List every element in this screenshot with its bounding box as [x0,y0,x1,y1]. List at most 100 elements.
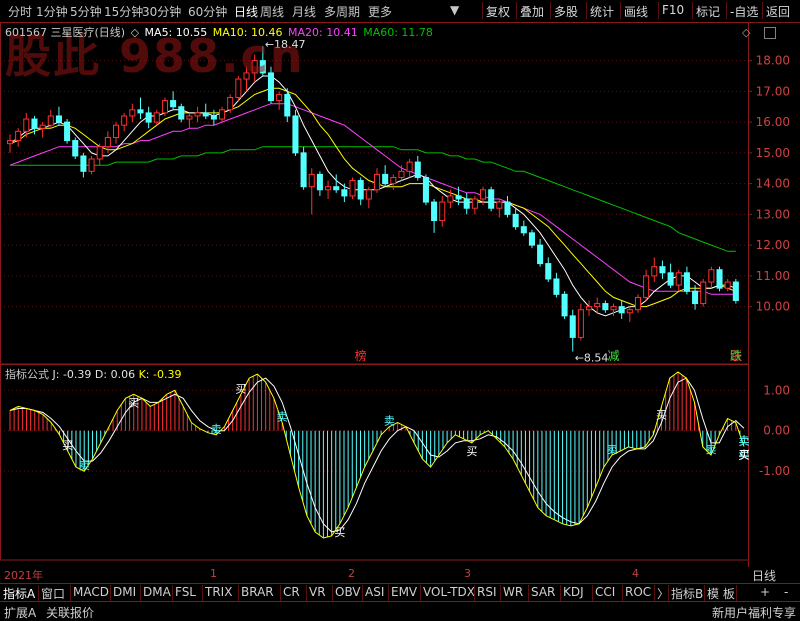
indicator-tab-18[interactable]: CCI [595,585,615,599]
indicator-tab-7[interactable]: BRAR [241,585,274,599]
tab-6[interactable]: 日线 [234,3,258,20]
indicator-tab-15[interactable]: WR [503,585,523,599]
toolbar-divider [550,2,551,19]
diamond-icon[interactable]: ◇ [742,26,750,39]
tab-5[interactable]: 60分钟 [188,3,227,20]
expand-button[interactable]: 扩展A [4,604,36,621]
toolbar-button-6[interactable]: 标记 [696,3,720,20]
toolbar-divider [586,2,587,19]
indicator-tab-3[interactable]: DMI [113,585,136,599]
tab-3[interactable]: 15分钟 [104,3,143,20]
tab-2[interactable]: 5分钟 [70,3,102,20]
indicator-tab-22[interactable]: 模 板 [707,585,735,602]
tab-9[interactable]: 多周期 [324,3,360,20]
candle-body [732,281,739,301]
related-quote-button[interactable]: 关联报价 [46,604,94,621]
candle-body [382,173,389,185]
indicator-tab-16[interactable]: SAR [531,585,555,599]
candle-body [431,201,438,222]
indicator-tab-17[interactable]: KDJ [563,585,584,599]
candle-body [357,180,364,200]
indicator-tab-13[interactable]: VOL-TDX [423,585,475,599]
indicator-d: D: 0.06 [94,368,136,381]
tab-1[interactable]: 1分钟 [36,3,68,20]
indicator-tab-8[interactable]: CR [283,585,300,599]
tab-7[interactable]: 周线 [260,3,284,20]
chart-area[interactable]: 18.00 17.00 16.00 15.00 14.00 13.00 12.00 11.00… [0,22,800,567]
tab-divider [332,585,333,601]
toolbar-button-0[interactable]: 复权 [486,3,510,20]
toolbar-button-3[interactable]: 统计 [590,3,614,20]
tab-divider [622,585,623,601]
toolbar-button-1[interactable]: 叠加 [520,3,544,20]
indicator-name[interactable]: 指标公式 [5,368,49,381]
toolbar-button-2[interactable]: 多股 [554,3,578,20]
indicator-tab-4[interactable]: DMA [143,585,171,599]
indicator-panel-frame [0,363,749,561]
toolbar-button-8[interactable]: 返回 [766,3,790,20]
promo-link[interactable]: 新用户福利专享 [712,604,796,621]
close-icon[interactable] [764,27,776,39]
more-dropdown-icon[interactable]: ▼ [450,3,459,17]
toolbar-divider [482,2,483,19]
candle-body [47,115,54,126]
ma10-value: MA10: 10.46 [212,26,283,39]
indicator-tab-14[interactable]: RSI [477,585,497,599]
indicator-tab-10[interactable]: OBV [335,585,361,599]
tab-divider [140,585,141,601]
tab-10[interactable]: 更多 [368,3,392,20]
candle-body [88,158,95,172]
candle-body [659,266,666,274]
tab-divider [668,585,669,601]
candle-body [594,303,601,308]
ma20-value: MA20: 10.41 [287,26,358,39]
candle-body [577,309,584,338]
zoom-in-button[interactable]: + [760,585,770,599]
indicator-tab-11[interactable]: ASI [365,585,384,599]
tab-0[interactable]: 分时 [8,3,32,20]
tab-4[interactable]: 30分钟 [142,3,181,20]
indicator-tab-9[interactable]: VR [309,585,326,599]
candle-body [23,118,30,132]
candle-body [15,130,22,142]
candle-body [634,296,642,311]
ma60-value: MA60: 11.78 [363,26,433,39]
indicator-tab-2[interactable]: MACD [73,585,109,599]
indicator-tab-21[interactable]: 指标B [671,585,703,602]
toolbar-button-4[interactable]: 画线 [624,3,648,20]
candle-body [504,201,511,215]
tab-divider [110,585,111,601]
indicator-tab-19[interactable]: ROC [625,585,651,599]
indicator-tab-0[interactable]: 指标A [3,585,35,602]
tab-8[interactable]: 月线 [292,3,316,20]
tab-divider [560,585,561,601]
candle-body [129,109,136,117]
sell-signal: 卖 [277,411,288,424]
candle-body [219,109,226,120]
indicator-tab-12[interactable]: EMV [391,585,417,599]
candle-body [561,293,568,317]
candle-body [553,278,560,295]
tab-divider [592,585,593,601]
indicator-tab-6[interactable]: TRIX [205,585,232,599]
toolbar-button-5[interactable]: F10 [662,3,684,17]
candle-body [390,176,397,185]
toolbar-button-7[interactable]: -自选 [730,3,758,20]
indicator-tab-5[interactable]: FSL [175,585,196,599]
buy-signal: 买 [62,439,73,452]
zoom-out-button[interactable]: - [784,585,788,599]
candle-body [626,309,633,314]
sell-signal: 卖 [739,435,750,448]
candle-body [112,124,120,138]
ma-dropdown-icon[interactable]: ◇ [131,26,139,39]
candle-body [569,315,576,338]
candle-body [55,115,62,123]
candle-body [39,124,46,129]
tab-divider [654,585,655,601]
tab-divider [238,585,239,601]
period-button[interactable]: 日线 [752,567,776,584]
month-label: 4 [632,567,639,580]
indicator-tab-1[interactable]: 窗口 [41,585,65,602]
sell-signal: 卖 [706,443,717,456]
candle-body [618,306,625,314]
